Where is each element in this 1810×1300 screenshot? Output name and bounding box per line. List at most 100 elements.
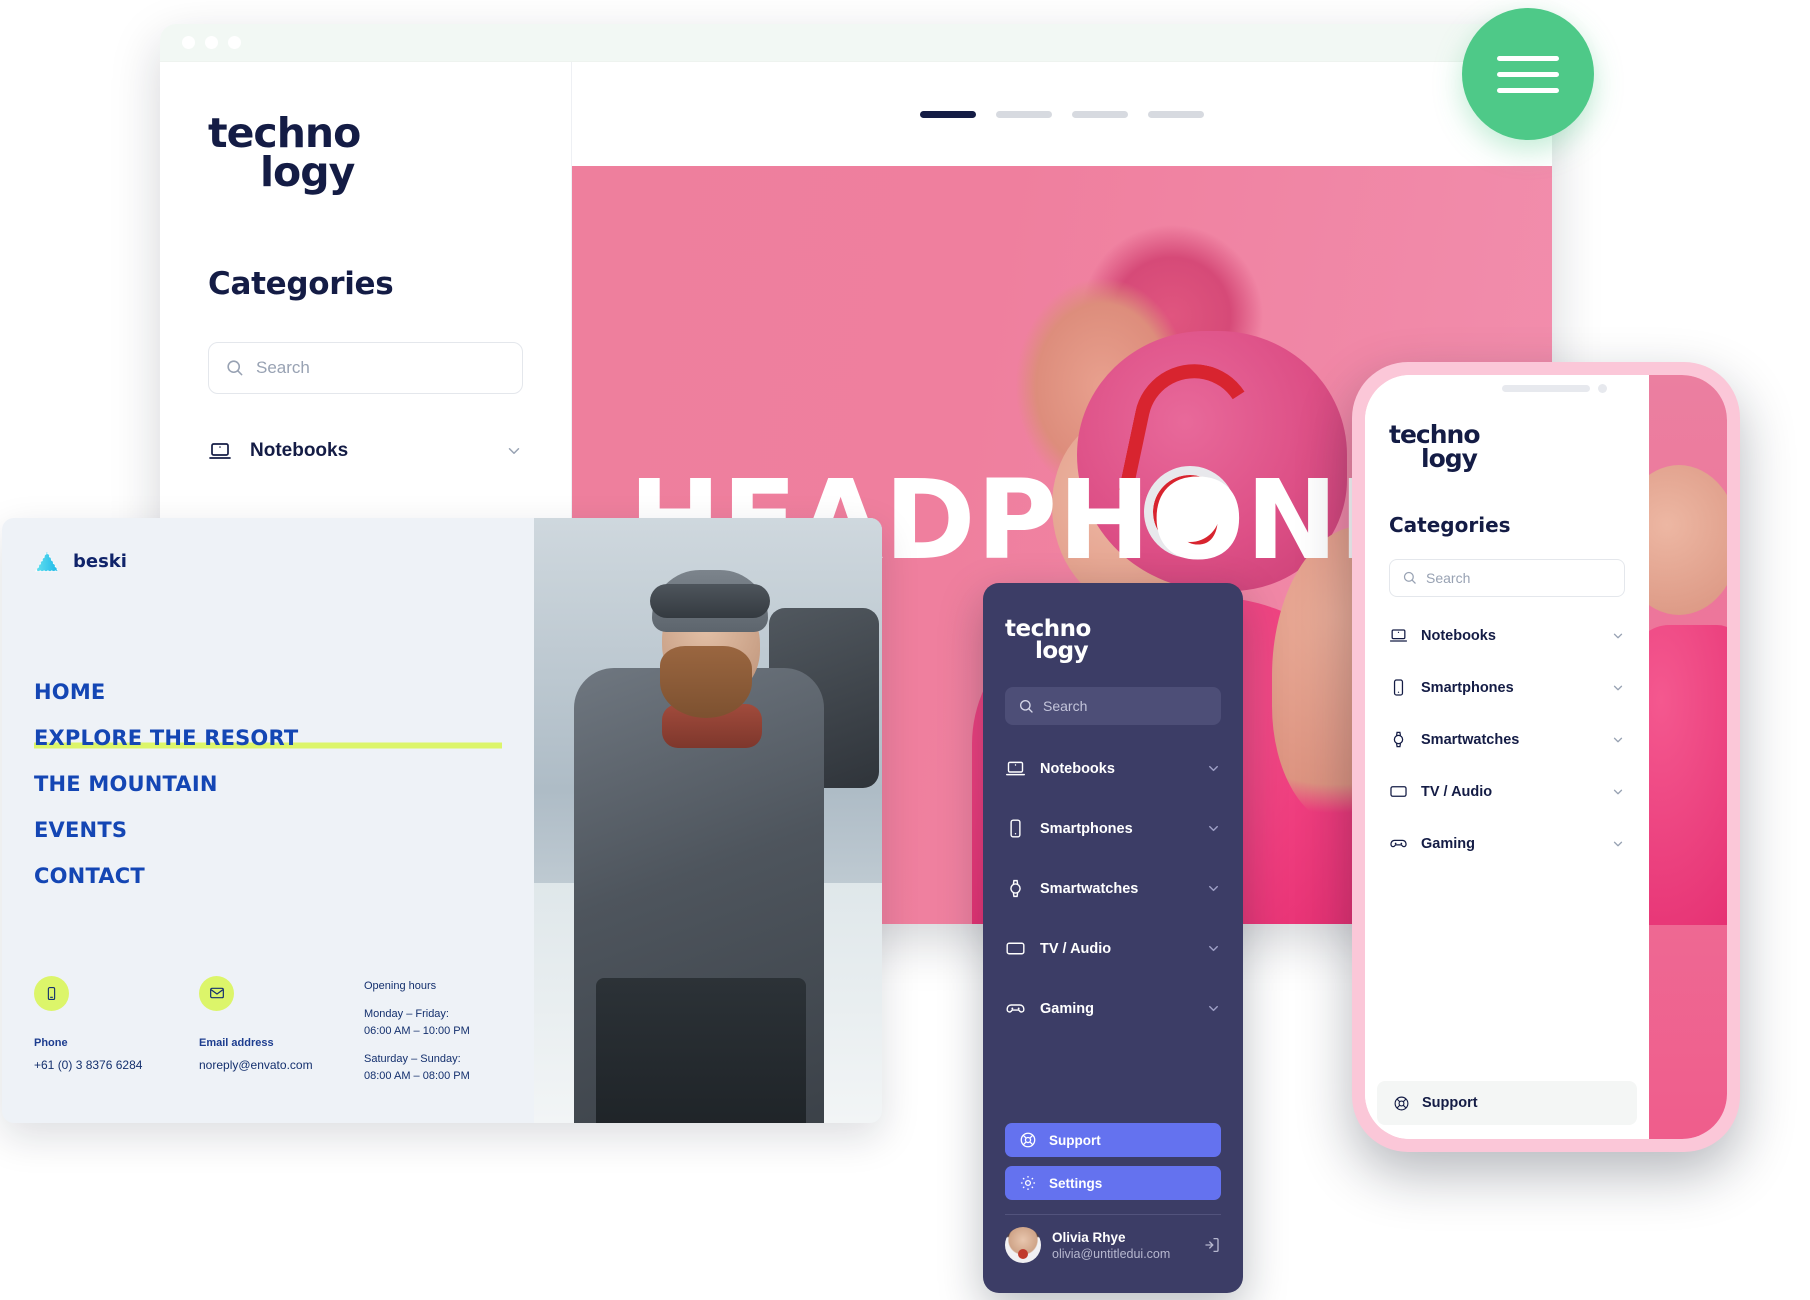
phone-screen: techno logy Categories Search Notebooks xyxy=(1365,375,1727,1139)
smartwatch-icon xyxy=(1010,880,1021,898)
logo-line-2: logy xyxy=(260,147,355,196)
logo-technology[interactable]: techno logy xyxy=(208,113,523,196)
tv-icon xyxy=(1390,786,1407,797)
phone-support-button[interactable]: Support xyxy=(1377,1081,1637,1125)
dark-menu-label: Gaming xyxy=(1040,1000,1094,1017)
laptop-icon xyxy=(209,443,231,459)
nav-link-contact[interactable]: CONTACT xyxy=(34,864,502,888)
chevron-down-icon[interactable] xyxy=(1206,881,1221,896)
contact-email-label: Email address xyxy=(199,1036,274,1049)
phone-photo-face xyxy=(1649,465,1727,615)
hours-weekend-days: Saturday – Sunday: xyxy=(364,1052,461,1065)
phone-menu-list: Notebooks Smartphones Smartwatches TV / … xyxy=(1389,623,1625,857)
categories-heading: Categories xyxy=(208,265,394,302)
laptop-icon xyxy=(1389,629,1408,642)
phone-sidebar: techno logy Categories Search Notebooks xyxy=(1365,375,1649,1139)
envelope-icon xyxy=(209,987,224,999)
contact-phone-value[interactable]: +61 (0) 3 8376 6284 xyxy=(34,1058,199,1072)
phone-icon-badge xyxy=(34,975,69,1011)
chevron-down-icon[interactable] xyxy=(1611,733,1625,747)
nav-link-events[interactable]: EVENTS xyxy=(34,818,502,842)
window-close-dot[interactable] xyxy=(182,36,195,49)
dark-action-buttons: Support Settings Olivia Rhye olivia@unti… xyxy=(1005,1123,1221,1293)
carousel-dot-1[interactable] xyxy=(920,110,976,118)
beski-logo[interactable]: beski xyxy=(34,550,502,572)
search-icon xyxy=(1019,699,1033,713)
dark-logo-line-2: logy xyxy=(1035,637,1089,664)
settings-button[interactable]: Settings xyxy=(1005,1166,1221,1200)
phone-menu-label: Smartwatches xyxy=(1421,731,1520,748)
dark-logo-technology[interactable]: techno logy xyxy=(1005,618,1221,664)
phone-search-input[interactable]: Search xyxy=(1389,558,1625,597)
chevron-down-icon[interactable] xyxy=(1611,785,1625,799)
support-button-label: Support xyxy=(1049,1132,1101,1148)
phone-logo-line-2: logy xyxy=(1421,443,1478,473)
chevron-down-icon[interactable] xyxy=(1206,761,1221,776)
sidebar-item-notebooks[interactable]: Notebooks xyxy=(208,439,523,463)
dark-menu-item-smartphones[interactable]: Smartphones xyxy=(1005,813,1221,845)
carousel-dot-3[interactable] xyxy=(1072,110,1128,118)
photo-beard xyxy=(660,646,752,718)
chevron-down-icon[interactable] xyxy=(505,442,523,460)
gear-icon xyxy=(1020,1175,1036,1191)
window-minimize-dot[interactable] xyxy=(205,36,218,49)
dark-menu-item-smartwatches[interactable]: Smartwatches xyxy=(1005,873,1221,905)
avatar xyxy=(1005,1227,1041,1263)
user-name: Olivia Rhye xyxy=(1052,1229,1126,1245)
gamepad-icon xyxy=(1006,1004,1025,1013)
carousel-dot-4[interactable] xyxy=(1148,110,1204,118)
opening-hours: Opening hours Monday – Friday: 06:00 AM … xyxy=(364,976,470,1085)
dark-sidebar-panel: techno logy Search Notebooks Smartphones… xyxy=(983,583,1243,1293)
phone-menu-label: TV / Audio xyxy=(1421,783,1493,800)
chevron-down-icon[interactable] xyxy=(1206,821,1221,836)
chevron-down-icon[interactable] xyxy=(1611,837,1625,851)
carousel-dot-2[interactable] xyxy=(996,110,1052,118)
contact-phone-label: Phone xyxy=(34,1036,68,1049)
beski-logo-text: beski xyxy=(73,550,127,572)
dark-menu-label: TV / Audio xyxy=(1040,940,1112,957)
contact-email: Email address noreply@envato.com xyxy=(199,975,364,1085)
phone-menu-item-tv-audio[interactable]: TV / Audio xyxy=(1389,779,1625,805)
phone-menu-item-smartphones[interactable]: Smartphones xyxy=(1389,675,1625,701)
hours-weekend-time: 08:00 AM – 08:00 PM xyxy=(364,1069,470,1082)
phone-menu-item-notebooks[interactable]: Notebooks xyxy=(1389,623,1625,649)
dark-menu-label: Smartphones xyxy=(1040,820,1133,837)
beski-hero-photo xyxy=(534,518,882,1123)
dark-search-placeholder: Search xyxy=(1043,697,1088,714)
phone-menu-item-smartwatches[interactable]: Smartwatches xyxy=(1389,727,1625,753)
user-email: olivia@untitledui.com xyxy=(1052,1246,1171,1261)
photo-goggles xyxy=(650,584,770,618)
phone-camera xyxy=(1598,384,1607,393)
phone-support-label: Support xyxy=(1422,1095,1478,1111)
phone-icon xyxy=(47,986,56,1000)
dark-menu-label: Notebooks xyxy=(1040,760,1115,777)
dark-menu-item-notebooks[interactable]: Notebooks xyxy=(1005,753,1221,785)
contact-email-value[interactable]: noreply@envato.com xyxy=(199,1058,364,1072)
hamburger-menu-button[interactable] xyxy=(1462,8,1594,140)
chevron-down-icon[interactable] xyxy=(1611,629,1625,643)
phone-logo-technology[interactable]: techno logy xyxy=(1389,422,1625,473)
phone-menu-label: Notebooks xyxy=(1421,627,1496,644)
dark-search-input[interactable]: Search xyxy=(1005,686,1221,725)
dark-menu-item-gaming[interactable]: Gaming xyxy=(1005,993,1221,1025)
nav-link-home[interactable]: HOME xyxy=(34,680,502,704)
phone-photo-hoodie xyxy=(1649,625,1727,925)
nav-link-the-mountain[interactable]: THE MOUNTAIN xyxy=(34,772,502,796)
beski-footer-card: beski HOME EXPLORE THE RESORT THE MOUNTA… xyxy=(2,518,882,1123)
support-button[interactable]: Support xyxy=(1005,1123,1221,1157)
hours-weekday-days: Monday – Friday: xyxy=(364,1007,449,1020)
chevron-down-icon[interactable] xyxy=(1206,1001,1221,1016)
phone-search-placeholder: Search xyxy=(1426,569,1471,586)
phone-menu-item-gaming[interactable]: Gaming xyxy=(1389,831,1625,857)
search-input[interactable]: Search xyxy=(208,341,523,394)
chevron-down-icon[interactable] xyxy=(1206,941,1221,956)
window-maximize-dot[interactable] xyxy=(228,36,241,49)
nav-link-explore-the-resort[interactable]: EXPLORE THE RESORT xyxy=(34,726,502,750)
dark-menu-item-tv-audio[interactable]: TV / Audio xyxy=(1005,933,1221,965)
user-profile-row[interactable]: Olivia Rhye olivia@untitledui.com xyxy=(1005,1227,1221,1285)
photo-pants xyxy=(596,978,806,1123)
logout-icon[interactable] xyxy=(1203,1236,1221,1254)
chevron-down-icon[interactable] xyxy=(1611,681,1625,695)
envelope-icon-badge xyxy=(199,975,234,1011)
dark-menu-list: Notebooks Smartphones Smartwatches TV / … xyxy=(1005,753,1221,1053)
